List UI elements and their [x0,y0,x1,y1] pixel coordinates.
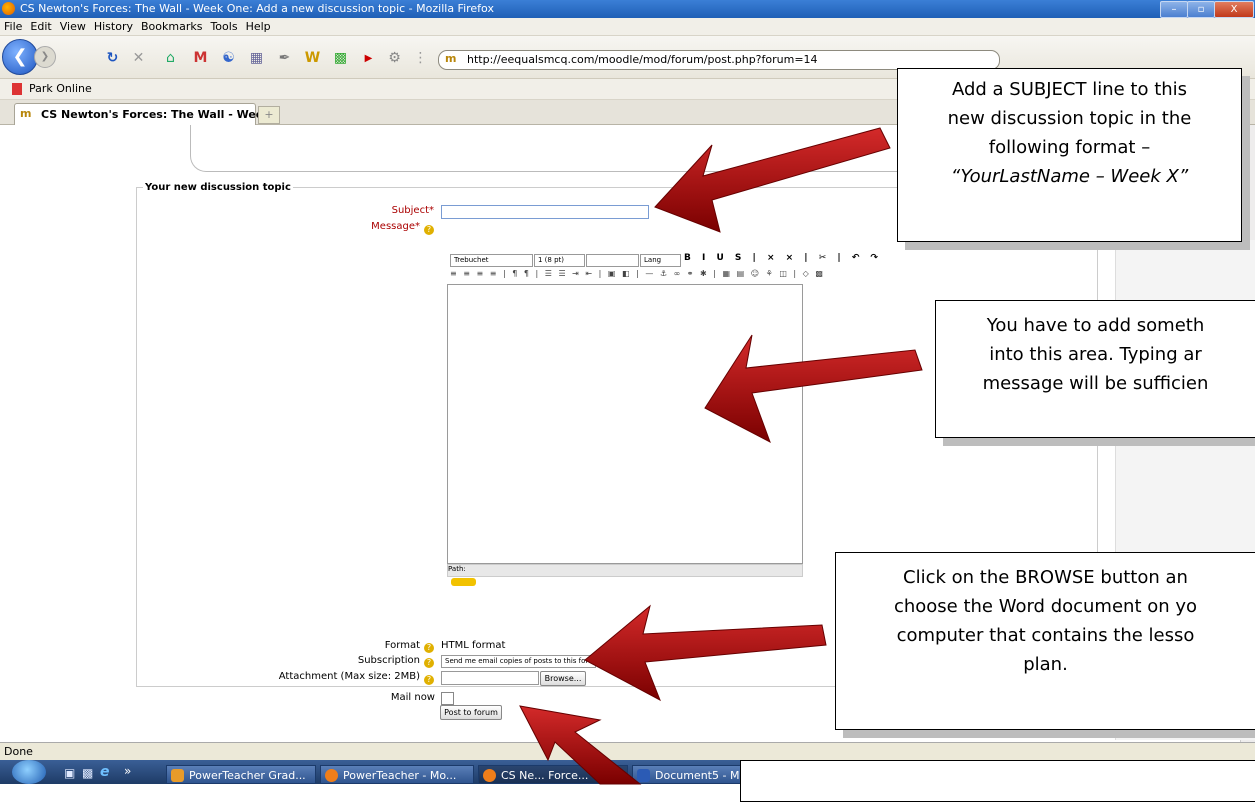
callout-line: message will be sufficien [982,373,1209,394]
callout-line: Add a SUBJECT line to this [951,79,1188,100]
callout-line: You have to add someth [986,315,1205,336]
callout-line: choose the Word document on yo [893,596,1198,617]
arrow-subject [654,127,891,233]
callout-line: “YourLastName – Week X” [950,166,1189,187]
callout-line: following format – [988,137,1151,158]
callout-line: into this area. Typing ar [989,344,1202,365]
callout-line: computer that contains the lesso [896,625,1195,646]
callout-line: Click on the BROWSE button an [903,567,1188,588]
callout-bottom [740,760,1255,802]
callout-line: plan. [1023,654,1068,675]
callout-message: You have to add someth into this area. T… [935,300,1255,438]
callout-browse: Click on the BROWSE button an choose the… [835,552,1255,730]
callout-subject: Add a SUBJECT line to this new discussio… [897,68,1242,242]
callout-line: new discussion topic in the [947,108,1192,129]
arrow-post [519,705,642,785]
arrow-browse [584,604,827,702]
arrow-message [704,334,923,444]
